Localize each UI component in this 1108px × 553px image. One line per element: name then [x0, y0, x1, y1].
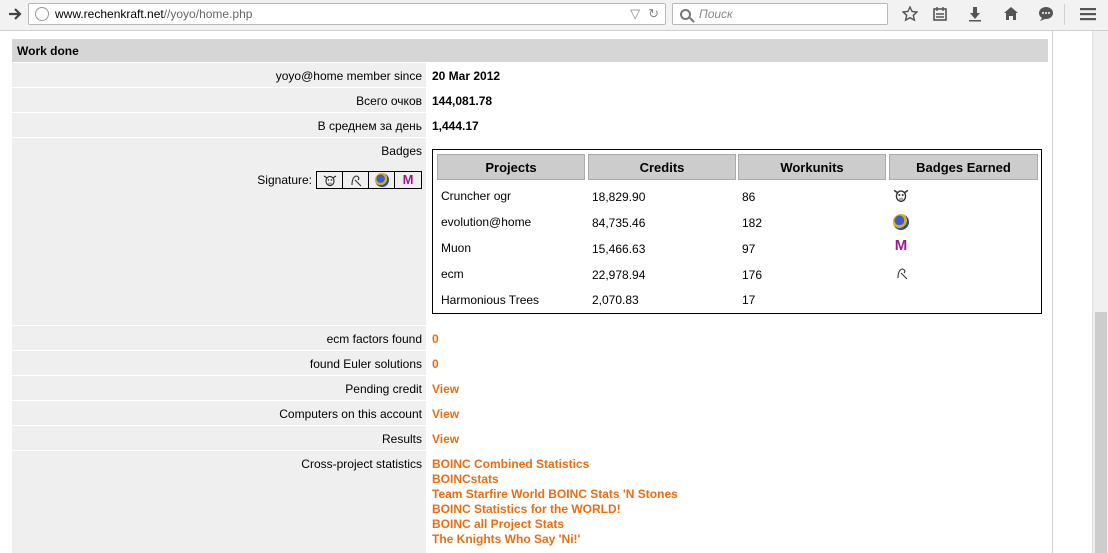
row-label: Computers on this account: [12, 401, 426, 425]
url-path: //yoyo/home.php: [163, 7, 253, 21]
row-label: В среднем за день: [12, 113, 426, 137]
bookmarks-list-icon[interactable]: [930, 4, 950, 24]
table-cell-workunits: 182: [742, 216, 763, 230]
muon-badge-icon: M: [402, 172, 414, 187]
table-cell-project: Cruncher ogr: [441, 189, 512, 203]
reload-icon[interactable]: ↻: [648, 6, 659, 22]
search-input[interactable]: [697, 6, 871, 22]
table-cell-credits: 2,070.83: [592, 293, 639, 307]
row-label: Pending credit: [12, 376, 426, 400]
row-euler-solutions: found Euler solutions 0: [12, 351, 1048, 375]
row-average-credit: В среднем за день 1,444.17: [12, 113, 1048, 137]
home-icon[interactable]: [1001, 4, 1021, 24]
row-label: Cross-project statistics: [12, 451, 426, 553]
cross-link-knights-ni[interactable]: The Knights Who Say 'Ni!': [432, 532, 1048, 547]
vertical-scrollbar[interactable]: [1092, 31, 1108, 553]
row-value: 0: [432, 357, 439, 371]
table-cell-credits: 15,466.63: [592, 242, 646, 256]
url-bar[interactable]: www.rechenkraft.net//yoyo/home.php ▽ ↻: [28, 3, 666, 25]
menu-icon[interactable]: [1078, 4, 1098, 24]
search-icon: [680, 8, 691, 20]
cow-badge-icon: [317, 172, 343, 188]
table-header-badges: Badges Earned: [889, 154, 1038, 180]
section-title: Work done: [12, 39, 1048, 62]
table-cell-credits: 84,735.46: [592, 216, 646, 230]
row-results: Results View: [12, 426, 1048, 450]
badge-table: Projects Credits Workunits Badges Earned…: [432, 149, 1042, 314]
signature: Signature: M: [257, 171, 422, 189]
muon-badge-icon: M: [894, 237, 908, 254]
page-left-margin: [0, 31, 9, 553]
table-cell-project: Harmonious Trees: [441, 293, 540, 307]
table-header-credits: Credits: [588, 154, 736, 180]
row-value: 1,444.17: [432, 119, 479, 133]
signature-label: Signature:: [257, 173, 312, 187]
row-value: 144,081.78: [432, 94, 493, 108]
cross-link-boincstats[interactable]: BOINCstats: [432, 472, 1048, 487]
table-cell-workunits: 17: [742, 293, 756, 307]
row-value: 0: [432, 332, 439, 346]
ecm-badge-icon: [895, 265, 909, 284]
row-label: Badges: [381, 144, 422, 158]
table-cell-workunits: 176: [742, 268, 763, 282]
cross-link-stats-world[interactable]: BOINC Statistics for the WORLD!: [432, 502, 1048, 517]
row-value: 20 Mar 2012: [432, 69, 501, 83]
row-label: ecm factors found: [12, 326, 426, 350]
signature-badges[interactable]: M: [316, 171, 422, 189]
cross-project-links: BOINC Combined Statistics BOINCstats Tea…: [428, 451, 1048, 553]
row-ecm-factors: ecm factors found 0: [12, 326, 1048, 350]
row-label: Всего очков: [12, 88, 426, 112]
table-cell-credits: 18,829.90: [592, 190, 646, 204]
globe-icon: [35, 7, 49, 21]
search-bar[interactable]: [672, 3, 888, 25]
table-cell-project: Muon: [441, 241, 472, 255]
row-label: Results: [12, 426, 426, 450]
pending-credit-view-link[interactable]: View: [432, 382, 459, 396]
table-cell-project: evolution@home: [441, 215, 532, 229]
computers-view-link[interactable]: View: [432, 407, 459, 421]
row-label: yoyo@home member since: [12, 63, 426, 87]
toolbar-separator: [1064, 4, 1065, 25]
url-domain: www.rechenkraft.net: [55, 7, 164, 21]
row-pending-credit: Pending credit View: [12, 376, 1048, 400]
globe-badge-icon: [893, 214, 909, 233]
download-icon[interactable]: [965, 4, 985, 24]
page-right-margin: [1052, 31, 1093, 553]
table-cell-workunits: 97: [742, 242, 756, 256]
cow-badge-icon: [893, 187, 909, 206]
cross-link-boinc-combined[interactable]: BOINC Combined Statistics: [432, 457, 1048, 472]
chat-icon[interactable]: [1036, 4, 1056, 24]
row-computers: Computers on this account View: [12, 401, 1048, 425]
scrollbar-thumb[interactable]: [1095, 312, 1107, 553]
forward-icon[interactable]: [6, 3, 24, 25]
globe-badge-icon: [369, 172, 395, 188]
url-text: www.rechenkraft.net//yoyo/home.php: [55, 7, 252, 21]
row-label: found Euler solutions: [12, 351, 426, 375]
row-cross-project-stats: Cross-project statistics BOINC Combined …: [12, 451, 1048, 553]
table-cell-credits: 22,978.94: [592, 268, 646, 282]
badges-label-cell: Badges Signature: M: [12, 138, 426, 325]
browser-toolbar: www.rechenkraft.net//yoyo/home.php ▽ ↻: [0, 0, 1108, 31]
table-header-projects: Projects: [437, 154, 585, 180]
cross-link-all-project-stats[interactable]: BOINC all Project Stats: [432, 517, 1048, 532]
dropdown-arrow-icon[interactable]: ▽: [630, 6, 640, 22]
row-member-since: yoyo@home member since 20 Mar 2012: [12, 63, 1048, 87]
results-view-link[interactable]: View: [432, 432, 459, 446]
cross-link-starfire[interactable]: Team Starfire World BOINC Stats 'N Stone…: [432, 487, 1048, 502]
ecm-badge-icon: [343, 172, 369, 188]
table-cell-project: ecm: [441, 267, 464, 281]
table-cell-workunits: 86: [742, 190, 756, 204]
bookmark-star-icon[interactable]: [900, 4, 920, 24]
row-total-credit: Всего очков 144,081.78: [12, 88, 1048, 112]
table-header-workunits: Workunits: [738, 154, 886, 180]
